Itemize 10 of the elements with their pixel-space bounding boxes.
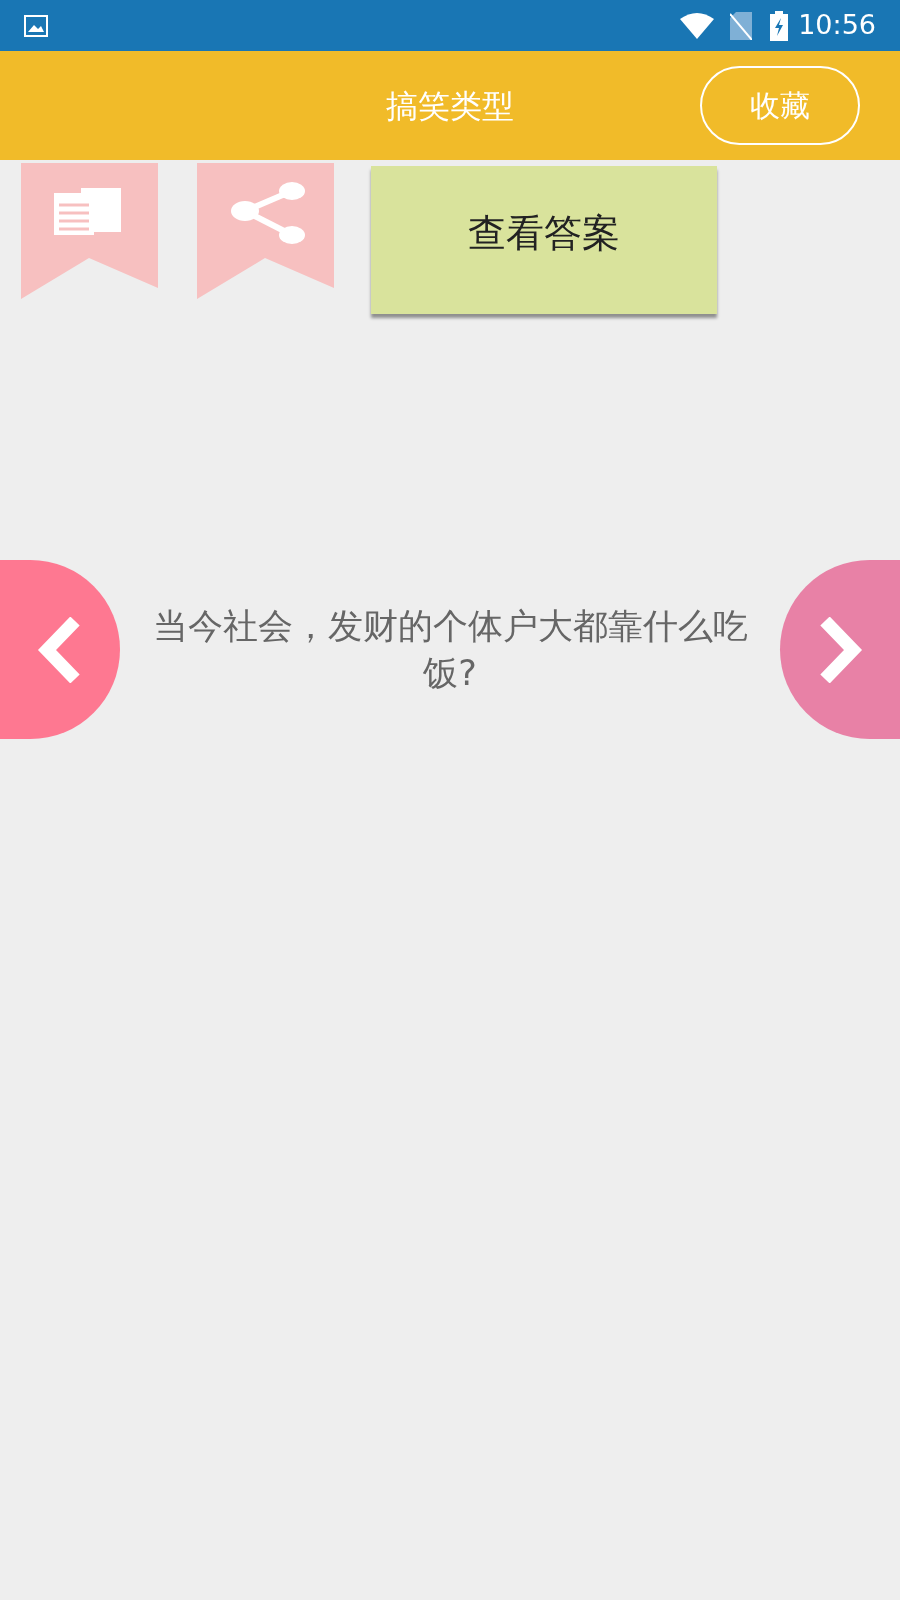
- copy-ribbon-icon[interactable]: [21, 163, 158, 299]
- image-icon: [24, 14, 48, 37]
- status-time: 10:56: [798, 8, 876, 43]
- page-title: 搞笑类型: [386, 85, 514, 127]
- battery-icon: [770, 10, 789, 41]
- no-sim-icon: [730, 11, 753, 40]
- question-text: 当今社会，发财的个体户大都靠什么吃饭?: [151, 604, 749, 695]
- view-answer-button[interactable]: 查看答案: [371, 166, 717, 314]
- share-ribbon-icon[interactable]: [197, 163, 334, 299]
- wifi-icon: [680, 12, 715, 39]
